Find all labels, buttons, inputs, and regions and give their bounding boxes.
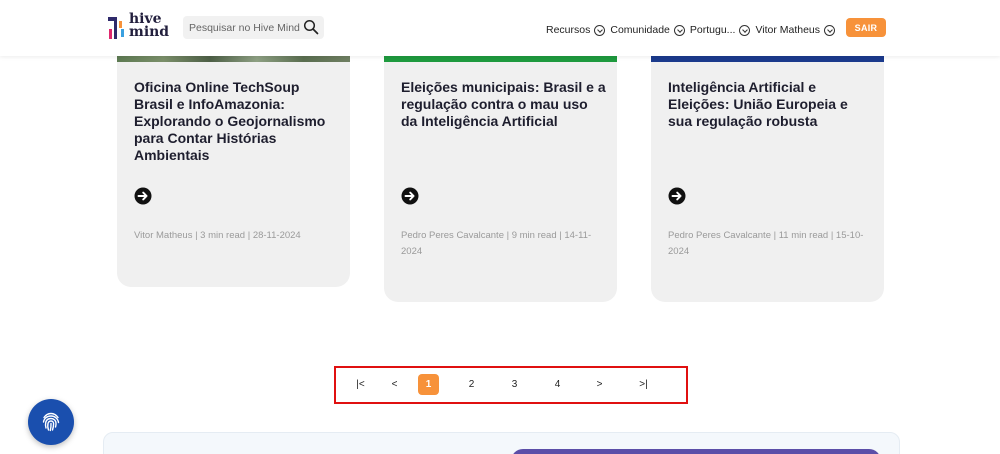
card-meta: Pedro Peres Cavalcante | 11 min read | 1… <box>668 230 864 257</box>
hive-mind-logo[interactable]: hive mind <box>108 12 170 43</box>
fingerprint-icon <box>42 412 60 432</box>
nav-comunidade-label: Comunidade <box>610 24 670 36</box>
footer-banner <box>511 449 881 454</box>
search-bar <box>183 16 324 39</box>
card-title[interactable]: Oficina Online TechSoup Brasil e InfoAma… <box>134 79 339 164</box>
fingerprint-button[interactable] <box>28 399 74 445</box>
arrow-right-circle-icon[interactable] <box>401 187 419 205</box>
pagination: |< < 1 2 3 4 > >| <box>334 366 688 404</box>
pagination-page-1[interactable]: 1 <box>418 374 439 395</box>
pagination-next-button[interactable]: > <box>589 374 610 395</box>
nav-comunidade[interactable]: Comunidade <box>610 24 685 36</box>
chevron-down-icon <box>673 24 685 36</box>
search-icon[interactable] <box>303 19 319 35</box>
chevron-down-icon <box>824 24 836 36</box>
main-nav: Recursos Comunidade Portugu... Vitor Mat… <box>546 21 840 39</box>
card-image-strip <box>117 56 350 62</box>
arrow-right-circle-icon[interactable] <box>134 187 152 205</box>
card-accent-bar <box>384 56 617 62</box>
pagination-first-button[interactable]: |< <box>350 374 371 395</box>
logo-line-2: mind <box>129 24 170 40</box>
logo-bars-icon <box>108 15 126 41</box>
nav-recursos[interactable]: Recursos <box>546 24 606 36</box>
article-card[interactable]: Eleições municipais: Brasil e a regulaçã… <box>384 56 617 302</box>
search-input[interactable] <box>189 19 301 36</box>
nav-user-label: Vitor Matheus <box>755 24 821 36</box>
chevron-down-icon <box>739 24 751 36</box>
pagination-page-2[interactable]: 2 <box>461 374 482 395</box>
card-title[interactable]: Eleições municipais: Brasil e a regulaçã… <box>401 79 606 130</box>
pagination-last-button[interactable]: >| <box>633 374 654 395</box>
pagination-page-3[interactable]: 3 <box>504 374 525 395</box>
pagination-page-4[interactable]: 4 <box>547 374 568 395</box>
top-navbar: hive mind Recursos Comunidade Portugu...… <box>0 0 1000 56</box>
article-card[interactable]: Oficina Online TechSoup Brasil e InfoAma… <box>117 56 350 287</box>
arrow-right-circle-icon[interactable] <box>668 187 686 205</box>
card-meta: Pedro Peres Cavalcante | 9 min read | 14… <box>401 230 592 257</box>
card-accent-bar <box>651 56 884 62</box>
nav-language[interactable]: Portugu... <box>690 24 751 36</box>
nav-recursos-label: Recursos <box>546 24 591 36</box>
nav-language-label: Portugu... <box>689 24 736 36</box>
chevron-down-icon <box>594 24 606 36</box>
pagination-prev-button[interactable]: < <box>384 374 405 395</box>
nav-user-menu[interactable]: Vitor Matheus <box>755 24 836 36</box>
card-title[interactable]: Inteligência Artificial e Eleições: Uniã… <box>668 79 873 130</box>
card-meta: Vitor Matheus | 3 min read | 28-11-2024 <box>134 230 301 241</box>
logo-text: hive mind <box>129 12 170 40</box>
article-card[interactable]: Inteligência Artificial e Eleições: Uniã… <box>651 56 884 302</box>
logout-button[interactable]: SAIR <box>846 18 886 37</box>
